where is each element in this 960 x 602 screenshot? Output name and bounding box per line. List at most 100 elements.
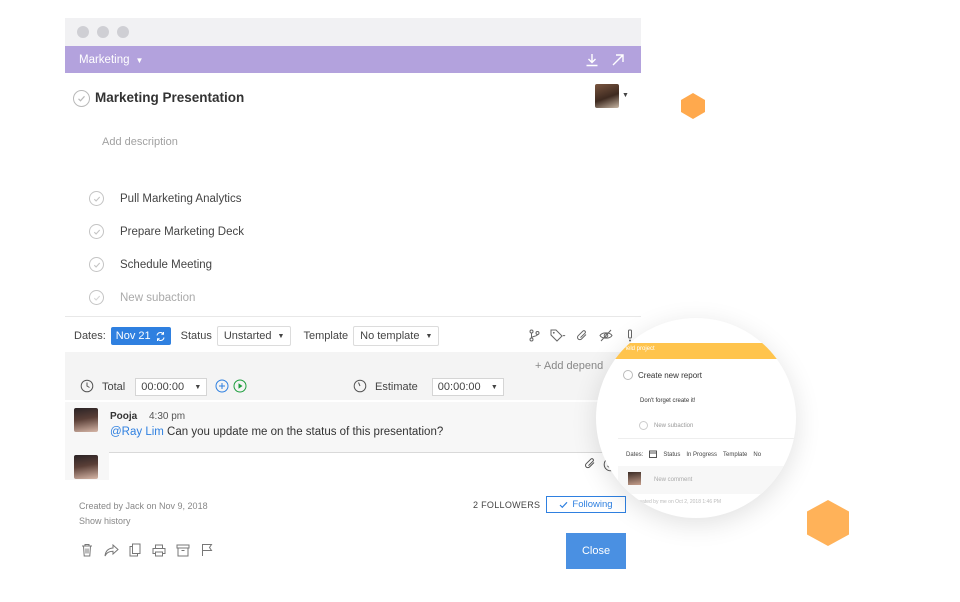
attachment-icon[interactable] xyxy=(574,327,590,343)
created-info: Created by Jack on Nov 9, 2018 xyxy=(79,501,208,511)
attachment-icon[interactable] xyxy=(584,457,597,477)
archive-icon[interactable] xyxy=(175,542,191,558)
caret-down-icon: ▼ xyxy=(490,383,498,391)
date-picker[interactable]: Nov 21 xyxy=(110,327,171,345)
subtask-label: Pull Marketing Analytics xyxy=(120,192,242,205)
zoom-description: Don't forget create it! xyxy=(640,398,696,404)
comment-body: @Ray Lim Can you update me on the status… xyxy=(110,426,443,438)
estimate-select[interactable]: 00:00:00 ▼ xyxy=(431,378,504,396)
duplicate-icon[interactable] xyxy=(127,542,143,558)
date-value: Nov 21 xyxy=(115,330,151,342)
status-value: Unstarted xyxy=(223,330,272,342)
zoom-status-label: Status xyxy=(663,452,681,458)
caret-down-icon[interactable]: ▼ xyxy=(622,92,629,99)
play-icon[interactable] xyxy=(233,379,247,396)
caret-down-icon: ▼ xyxy=(425,332,433,340)
check-circle-icon xyxy=(623,370,633,380)
comment-author: Pooja xyxy=(110,411,138,422)
estimate-value: 00:00:00 xyxy=(437,381,481,393)
avatar xyxy=(628,472,641,485)
assignee-avatar[interactable] xyxy=(595,84,619,108)
commenter-avatar xyxy=(74,408,98,432)
add-time-icon[interactable] xyxy=(215,379,229,396)
expand-arrow-icon[interactable] xyxy=(609,51,627,69)
comment-time: 4:30 pm xyxy=(149,411,186,422)
share-icon[interactable] xyxy=(103,542,119,558)
task-title[interactable]: Marketing Presentation xyxy=(95,90,244,105)
check-icon xyxy=(559,501,568,508)
subtask-list: Pull Marketing Analytics Prepare Marketi… xyxy=(89,182,244,314)
window-dot-icon[interactable] xyxy=(97,26,109,38)
zoomed-task-preview: Field project Create new report Don't fo… xyxy=(596,318,796,518)
check-circle-icon xyxy=(89,290,104,305)
check-circle-icon[interactable] xyxy=(89,224,104,239)
branch-icon[interactable] xyxy=(526,327,542,343)
subtask-item[interactable]: Pull Marketing Analytics xyxy=(89,182,244,215)
subtask-label: Schedule Meeting xyxy=(120,258,213,271)
zoom-template-label: Template xyxy=(723,452,748,458)
new-subaction-row[interactable]: New subaction xyxy=(89,281,244,314)
flag-icon[interactable] xyxy=(199,542,215,558)
window-dot-icon[interactable] xyxy=(117,26,129,38)
estimate-row: Estimate 00:00:00 ▼ xyxy=(353,378,504,396)
total-time-row: Total 00:00:00 ▼ xyxy=(80,378,247,396)
followers-count[interactable]: 2 FOLLOWERS xyxy=(473,500,540,510)
mention-link[interactable]: @Ray Lim xyxy=(110,426,164,438)
project-selector[interactable]: Marketing ▼ xyxy=(79,54,143,66)
footer-actions xyxy=(79,542,215,558)
caret-down-icon: ▼ xyxy=(277,332,285,340)
subtask-item[interactable]: Schedule Meeting xyxy=(89,248,244,281)
new-subaction-input[interactable]: New subaction xyxy=(120,292,195,304)
gauge-icon xyxy=(353,379,367,396)
zoom-task-title: Create new report xyxy=(638,371,703,380)
subtask-item[interactable]: Prepare Marketing Deck xyxy=(89,215,244,248)
zoom-new-subaction: New subaction xyxy=(654,423,694,429)
hexagon-decoration xyxy=(807,500,849,546)
time-tracking-panel: + Add depend Total 00:00:00 ▼ Estimate 00… xyxy=(65,352,641,400)
following-button[interactable]: Following xyxy=(546,496,626,513)
zoom-properties: Dates: Status In Progress Template No xyxy=(626,450,761,460)
trash-icon[interactable] xyxy=(79,542,95,558)
clock-icon xyxy=(80,379,94,396)
zoom-status-value: In Progress xyxy=(686,452,718,458)
status-label: Status xyxy=(180,330,212,342)
check-circle-icon xyxy=(639,421,648,430)
window-dot-icon[interactable] xyxy=(77,26,89,38)
print-icon[interactable] xyxy=(151,542,167,558)
download-icon[interactable] xyxy=(583,51,601,69)
task-toolbar xyxy=(526,327,638,343)
check-circle-icon[interactable] xyxy=(89,191,104,206)
zoom-created-info: Created by me on Oct 2, 2018 1:46 PM xyxy=(634,499,721,505)
show-history-link[interactable]: Show history xyxy=(79,514,208,529)
task-meta: Created by Jack on Nov 9, 2018 Show hist… xyxy=(79,499,208,529)
comment-text: Can you update me on the status of this … xyxy=(163,426,444,438)
estimate-label: Estimate xyxy=(375,381,418,393)
following-label: Following xyxy=(572,499,613,510)
template-value: No template xyxy=(360,330,420,342)
zoom-template-value: No xyxy=(753,452,762,458)
zoom-comment-row: New comment xyxy=(618,466,796,494)
add-dependency-button[interactable]: + Add depend xyxy=(535,360,603,372)
divider xyxy=(618,438,796,439)
close-button[interactable]: Close xyxy=(566,533,626,569)
total-label: Total xyxy=(102,381,126,393)
tag-icon[interactable] xyxy=(550,327,566,343)
total-time-value: 00:00:00 xyxy=(141,381,185,393)
comment-input[interactable]: Po xyxy=(109,452,641,480)
complete-task-check-icon[interactable] xyxy=(73,90,90,107)
description-input[interactable]: Add description xyxy=(102,136,178,148)
template-label: Template xyxy=(303,330,349,342)
template-select[interactable]: No template ▼ xyxy=(353,326,440,346)
calendar-icon xyxy=(649,450,658,460)
hidden-eye-icon[interactable] xyxy=(598,327,614,343)
total-time-select[interactable]: 00:00:00 ▼ xyxy=(135,378,208,396)
check-circle-icon[interactable] xyxy=(89,257,104,272)
status-select[interactable]: Unstarted ▼ xyxy=(216,326,292,346)
divider xyxy=(65,316,641,317)
caret-down-icon: ▼ xyxy=(135,55,144,65)
project-label: Marketing xyxy=(79,53,130,66)
zoom-project-label: Field project xyxy=(622,346,655,352)
task-window: Marketing ▼ Marketing Presentation ▼ Add … xyxy=(65,18,641,584)
project-bar: Marketing ▼ xyxy=(65,46,641,73)
zoom-project-bar: Field project xyxy=(596,343,796,359)
